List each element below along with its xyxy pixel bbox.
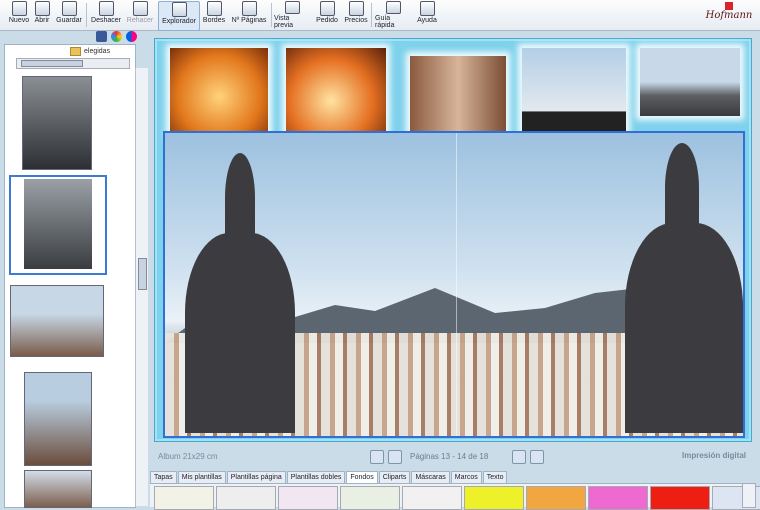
last-page-button[interactable] <box>530 450 544 464</box>
new-button[interactable]: Nuevo <box>8 1 30 29</box>
scroll-thumb[interactable] <box>138 258 147 290</box>
flickr-icon[interactable] <box>126 31 137 42</box>
first-page-button[interactable] <box>370 450 384 464</box>
toolbar-separator <box>371 3 372 27</box>
double-page-photo[interactable] <box>163 131 745 438</box>
color-swatch[interactable] <box>588 486 648 510</box>
photo-thumbnail[interactable] <box>22 76 92 170</box>
color-swatch[interactable] <box>526 486 586 510</box>
page-count-button[interactable]: Nº Páginas <box>230 1 268 29</box>
page-photo[interactable] <box>286 48 386 136</box>
flag-icon <box>725 2 733 10</box>
cart-icon <box>319 1 335 16</box>
toolbar: Nuevo Abrir Guardar Deshacer Rehacer Exp… <box>0 0 760 31</box>
photo-thumbnail[interactable] <box>24 372 92 466</box>
quick-guide-button[interactable]: Guía rápida <box>375 1 411 29</box>
stone-finial-left <box>185 233 295 433</box>
prices-button[interactable]: Precios <box>344 1 368 29</box>
scroll-thumb[interactable] <box>21 60 83 67</box>
explorer-button[interactable]: Explorador <box>158 1 200 31</box>
brand-logo: Hofmann <box>704 2 754 28</box>
help-icon <box>419 1 435 16</box>
color-swatch[interactable] <box>278 486 338 510</box>
save-button[interactable]: Guardar <box>56 1 82 29</box>
order-button[interactable]: Pedido <box>314 1 340 29</box>
photo-thumbnail[interactable] <box>24 470 92 508</box>
stone-finial-right-top <box>665 143 699 233</box>
folder-selector[interactable]: elegidas <box>70 46 132 57</box>
next-page-button[interactable] <box>512 450 526 464</box>
photo-thumbnail-selected[interactable] <box>9 175 107 275</box>
share-icons <box>96 31 137 42</box>
prev-page-button[interactable] <box>388 450 402 464</box>
color-swatch[interactable] <box>464 486 524 510</box>
explorer-vertical-scrollbar[interactable] <box>135 68 148 506</box>
color-swatch[interactable] <box>154 486 214 510</box>
stone-finial-right <box>625 223 743 433</box>
undo-button[interactable]: Deshacer <box>90 1 122 29</box>
color-swatch[interactable] <box>402 486 462 510</box>
undo-icon <box>98 1 114 16</box>
preview-icon <box>284 1 300 14</box>
folder-icon <box>70 47 81 56</box>
guide-icon <box>385 1 401 14</box>
facebook-icon[interactable] <box>96 31 107 42</box>
album-size-label: Album 21x29 cm <box>158 452 218 461</box>
swatch-scrollbar[interactable] <box>742 483 756 508</box>
color-swatch[interactable] <box>340 486 400 510</box>
open-button[interactable]: Abrir <box>34 1 50 29</box>
color-swatch[interactable] <box>216 486 276 510</box>
borders-icon <box>206 1 222 16</box>
page-photo[interactable] <box>522 48 626 138</box>
print-type-label: Impresión digital <box>681 451 746 460</box>
toolbar-separator <box>86 3 87 27</box>
euro-icon <box>348 1 364 16</box>
page-photo[interactable] <box>170 48 268 136</box>
stone-finial-left-top <box>225 153 255 243</box>
redo-icon <box>132 1 148 16</box>
help-button[interactable]: Ayuda <box>416 1 438 29</box>
redo-button[interactable]: Rehacer <box>126 1 154 29</box>
explorer-horizontal-scrollbar[interactable] <box>16 58 130 69</box>
page-fold-line <box>456 133 457 436</box>
page-navigation-bar: Album 21x29 cm Páginas 13 - 14 de 18 Imp… <box>154 446 750 466</box>
borders-button[interactable]: Bordes <box>202 1 226 29</box>
preview-button[interactable]: Vista previa <box>274 1 310 29</box>
photo-thumbnail[interactable] <box>10 285 104 357</box>
picasa-icon[interactable] <box>111 31 122 42</box>
background-swatches <box>150 483 760 510</box>
explorer-icon <box>171 2 187 17</box>
save-icon <box>61 1 77 16</box>
new-document-icon <box>11 1 27 16</box>
toolbar-separator <box>271 3 272 27</box>
open-folder-icon <box>34 1 50 16</box>
page-photo[interactable] <box>640 48 740 116</box>
resource-tabs: Tapas Mis plantillas Plantillas página P… <box>150 471 760 484</box>
hash-icon <box>241 1 257 16</box>
color-swatch[interactable] <box>650 486 710 510</box>
page-indicator: Páginas 13 - 14 de 18 <box>410 452 489 461</box>
